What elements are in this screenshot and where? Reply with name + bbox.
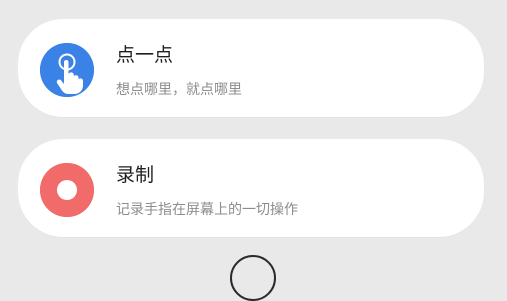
record-title: 录制 — [116, 164, 155, 186]
tap-hand-icon — [40, 43, 94, 97]
tap-card[interactable]: 点一点 想点哪里，就点哪里 — [18, 19, 484, 117]
record-icon — [40, 163, 94, 217]
record-card[interactable]: 录制 记录手指在屏幕上的一切操作 — [18, 139, 484, 237]
tap-title: 点一点 — [116, 44, 174, 66]
tap-subtitle: 想点哪里，就点哪里 — [116, 82, 242, 98]
record-subtitle: 记录手指在屏幕上的一切操作 — [116, 202, 298, 218]
circle-button-icon[interactable] — [230, 255, 276, 301]
